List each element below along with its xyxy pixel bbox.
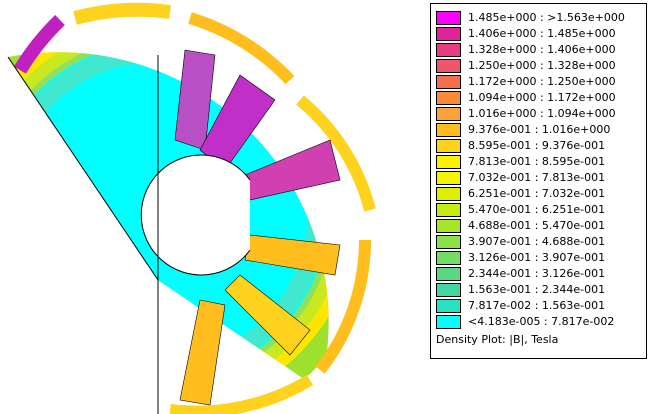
legend-swatch: [436, 187, 461, 201]
legend-swatch: [436, 139, 461, 153]
legend-label: 7.813e-001 : 8.595e-001: [468, 155, 606, 168]
legend-swatch: [436, 219, 461, 233]
legend-entry: 1.172e+000 : 1.250e+000: [436, 74, 641, 89]
legend-label: 1.094e+000 : 1.172e+000: [468, 91, 616, 104]
legend-entry: 8.595e-001 : 9.376e-001: [436, 138, 641, 153]
legend-label: 7.032e-001 : 7.813e-001: [468, 171, 606, 184]
legend-swatch: [436, 11, 461, 25]
legend-swatch: [436, 251, 461, 265]
legend-entry: 7.813e-001 : 8.595e-001: [436, 154, 641, 169]
legend-swatch: [436, 267, 461, 281]
legend-label: 2.344e-001 : 3.126e-001: [468, 267, 606, 280]
legend-entry: 1.328e+000 : 1.406e+000: [436, 42, 641, 57]
legend-entry: 1.406e+000 : 1.485e+000: [436, 26, 641, 41]
legend-entry: 4.688e-001 : 5.470e-001: [436, 218, 641, 233]
legend-label: 9.376e-001 : 1.016e+000: [468, 123, 611, 136]
legend-label: 5.470e-001 : 6.251e-001: [468, 203, 606, 216]
legend-label: 3.126e-001 : 3.907e-001: [468, 251, 606, 264]
legend-entry: 5.470e-001 : 6.251e-001: [436, 202, 641, 217]
legend-entry: 1.485e+000 : >1.563e+000: [436, 10, 641, 25]
legend-entry: 7.032e-001 : 7.813e-001: [436, 170, 641, 185]
legend-label: 1.485e+000 : >1.563e+000: [468, 11, 625, 24]
legend-label: 7.817e-002 : 1.563e-001: [468, 299, 606, 312]
rotor-pole: [179, 299, 226, 406]
legend-entry: <4.183e-005 : 7.817e-002: [436, 314, 641, 329]
legend-swatch: [436, 299, 461, 313]
legend-swatch: [436, 91, 461, 105]
legend-label: 8.595e-001 : 9.376e-001: [468, 139, 606, 152]
legend-label: <4.183e-005 : 7.817e-002: [468, 315, 615, 328]
legend-entry: 6.251e-001 : 7.032e-001: [436, 186, 641, 201]
legend-label: 1.406e+000 : 1.485e+000: [468, 27, 616, 40]
legend-entry: 1.016e+000 : 1.094e+000: [436, 106, 641, 121]
legend-swatch: [436, 59, 461, 73]
legend-entry: 1.563e-001 : 2.344e-001: [436, 282, 641, 297]
legend-entry: 3.126e-001 : 3.907e-001: [436, 250, 641, 265]
flux-density-plot: [7, 2, 376, 414]
legend-swatch: [436, 107, 461, 121]
legend-label: 1.016e+000 : 1.094e+000: [468, 107, 616, 120]
legend-entry: 9.376e-001 : 1.016e+000: [436, 122, 641, 137]
legend-swatch: [436, 27, 461, 41]
legend-swatch: [436, 235, 461, 249]
legend-swatch: [436, 123, 461, 137]
legend-label: 1.172e+000 : 1.250e+000: [468, 75, 616, 88]
legend-entry: 7.817e-002 : 1.563e-001: [436, 298, 641, 313]
legend-entry: 1.094e+000 : 1.172e+000: [436, 90, 641, 105]
legend-entry: 3.907e-001 : 4.688e-001: [436, 234, 641, 249]
legend-swatch: [436, 171, 461, 185]
legend-label: 6.251e-001 : 7.032e-001: [468, 187, 606, 200]
legend-swatch: [436, 203, 461, 217]
legend-swatch: [436, 315, 461, 329]
legend-caption: Density Plot: |B|, Tesla: [436, 333, 559, 346]
legend-label: 1.250e+000 : 1.328e+000: [468, 59, 616, 72]
legend-label: 4.688e-001 : 5.470e-001: [468, 219, 606, 232]
legend-swatch: [436, 43, 461, 57]
legend-label: 1.328e+000 : 1.406e+000: [468, 43, 616, 56]
color-legend: 1.485e+000 : >1.563e+000 1.406e+000 : 1.4…: [430, 3, 647, 359]
legend-swatch: [436, 75, 461, 89]
legend-swatch: [436, 155, 461, 169]
legend-label: 1.563e-001 : 2.344e-001: [468, 283, 606, 296]
legend-entry: 2.344e-001 : 3.126e-001: [436, 266, 641, 281]
legend-label: 3.907e-001 : 4.688e-001: [468, 235, 606, 248]
legend-entry: 1.250e+000 : 1.328e+000: [436, 58, 641, 73]
legend-swatch: [436, 283, 461, 297]
